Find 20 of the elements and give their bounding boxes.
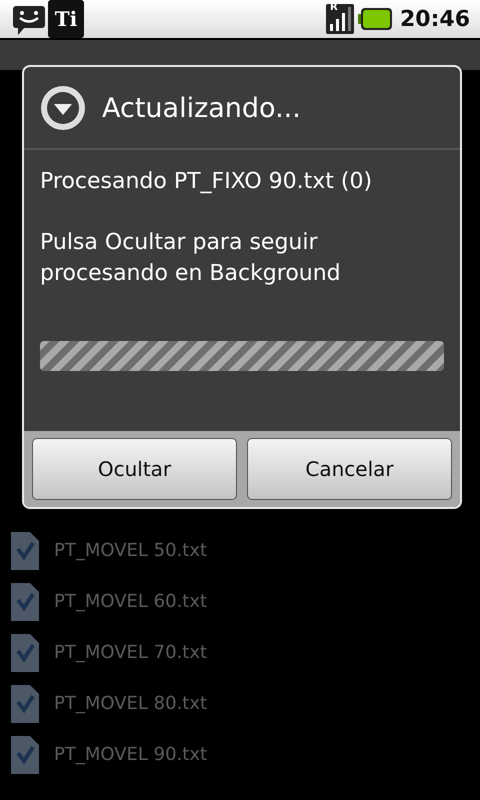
clock: 20:46 <box>400 6 470 32</box>
app-notification-icon[interactable]: Ti <box>48 0 84 38</box>
signal-icon <box>326 4 354 34</box>
document-icon <box>10 582 40 622</box>
file-name[interactable]: PT_MOVEL 80.txt <box>54 693 208 714</box>
dialog-button[interactable]: Cancelar <box>247 438 452 500</box>
file-name[interactable]: PT_MOVEL 50.txt <box>54 540 208 561</box>
hint-text: Pulsa Ocultar para seguir procesando en Background <box>40 229 342 288</box>
battery-icon <box>358 8 392 30</box>
dialog-button[interactable]: Ocultar <box>32 438 237 500</box>
file-name[interactable]: PT_MOVEL 60.txt <box>54 591 208 612</box>
document-icon <box>10 684 40 724</box>
dialog-title: Actualizando... <box>102 92 301 124</box>
file-name[interactable]: PT_MOVEL 70.txt <box>54 642 208 663</box>
download-icon <box>40 85 86 131</box>
progress-message: Procesando PT_FIXO 90.txt (0) <box>40 168 374 196</box>
document-icon <box>10 632 40 672</box>
document-icon <box>10 734 40 774</box>
document-icon <box>10 530 40 570</box>
file-name[interactable]: PT_MOVEL 90.txt <box>54 744 208 765</box>
